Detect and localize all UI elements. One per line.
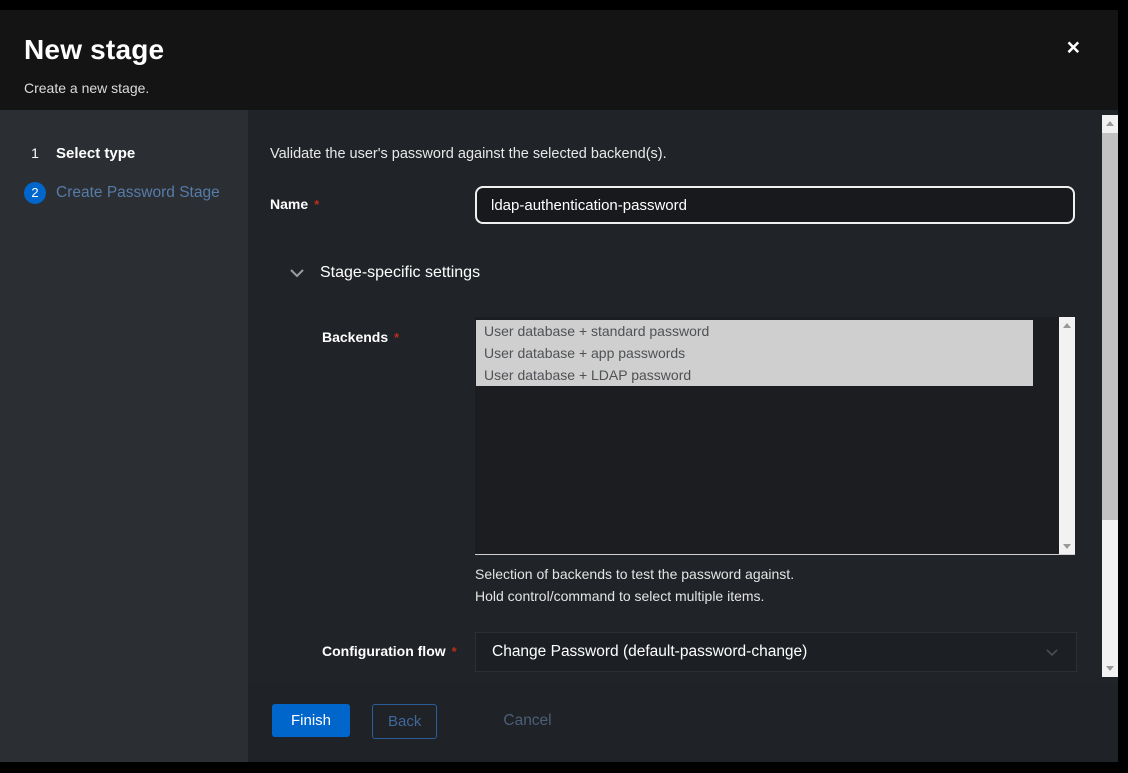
backends-multiselect[interactable]: User database + standard password User d… (475, 317, 1075, 555)
cancel-button[interactable]: Cancel (503, 704, 551, 738)
chevron-down-icon (290, 269, 304, 278)
new-stage-dialog: New stage Create a new stage. × 1 Select… (0, 10, 1118, 762)
backends-help-text: Selection of backends to test the passwo… (475, 566, 1118, 582)
triangle-up-icon (1106, 121, 1114, 126)
required-asterisk: * (394, 330, 399, 345)
wizard-content: Validate the user's password against the… (248, 110, 1118, 684)
back-button[interactable]: Back (372, 704, 437, 739)
close-button[interactable]: × (1067, 36, 1080, 59)
select-caret-icon (1046, 649, 1058, 657)
step-number-badge: 2 (24, 182, 46, 204)
scrollbar-up-button[interactable] (1102, 115, 1118, 132)
finish-button[interactable]: Finish (272, 704, 350, 737)
section-title: Stage-specific settings (320, 264, 480, 282)
multiselect-hint-text: Hold control/command to select multiple … (475, 588, 1118, 604)
name-field-row: Name * ldap-authentication-password (270, 186, 1118, 224)
stage-description: Validate the user's password against the… (248, 110, 1118, 162)
dialog-title: New stage (24, 34, 1118, 66)
wizard-step-select-type[interactable]: 1 Select type (0, 140, 248, 166)
step-number: 1 (24, 142, 46, 164)
scrollbar-thumb[interactable] (1102, 133, 1118, 520)
triangle-down-icon (1063, 544, 1071, 549)
content-scrollbar[interactable] (1102, 115, 1118, 677)
backend-option-selected[interactable]: User database + standard password (476, 320, 1033, 342)
backends-label: Backends (322, 329, 388, 345)
wizard-main: Validate the user's password against the… (248, 110, 1118, 762)
multiselect-scrollbar[interactable] (1059, 317, 1075, 554)
stage-specific-settings-toggle[interactable]: Stage-specific settings (290, 264, 1118, 282)
scrollbar-down-button[interactable] (1102, 660, 1118, 677)
scroll-up-arrow[interactable] (1059, 317, 1075, 333)
wizard-step-create-password-stage[interactable]: 2 Create Password Stage (0, 180, 248, 206)
dialog-header: New stage Create a new stage. × (0, 10, 1118, 110)
required-asterisk: * (314, 197, 319, 212)
required-asterisk: * (452, 644, 457, 659)
configuration-flow-value: Change Password (default-password-change… (492, 643, 807, 661)
name-input-value: ldap-authentication-password (491, 197, 687, 214)
backends-field-row: Backends * User database + standard passw… (270, 317, 1118, 555)
name-input[interactable]: ldap-authentication-password (475, 186, 1075, 224)
triangle-down-icon (1106, 666, 1114, 671)
configuration-flow-select[interactable]: Change Password (default-password-change… (475, 632, 1077, 672)
backend-option-selected[interactable]: User database + LDAP password (476, 364, 1033, 386)
dialog-footer: Finish Back Cancel (248, 684, 1118, 762)
step-label: Select type (56, 145, 135, 162)
configuration-flow-label: Configuration flow (322, 643, 446, 659)
backend-option-selected[interactable]: User database + app passwords (476, 342, 1033, 364)
triangle-up-icon (1063, 323, 1071, 328)
scroll-down-arrow[interactable] (1059, 538, 1075, 554)
wizard-nav: 1 Select type 2 Create Password Stage (0, 110, 248, 762)
dialog-subtitle: Create a new stage. (24, 80, 1118, 96)
name-label: Name (270, 196, 308, 212)
close-icon: × (1067, 34, 1080, 60)
configuration-flow-row: Configuration flow * Change Password (def… (270, 632, 1118, 672)
step-label: Create Password Stage (56, 184, 220, 202)
dialog-body: 1 Select type 2 Create Password Stage Va… (0, 110, 1118, 762)
